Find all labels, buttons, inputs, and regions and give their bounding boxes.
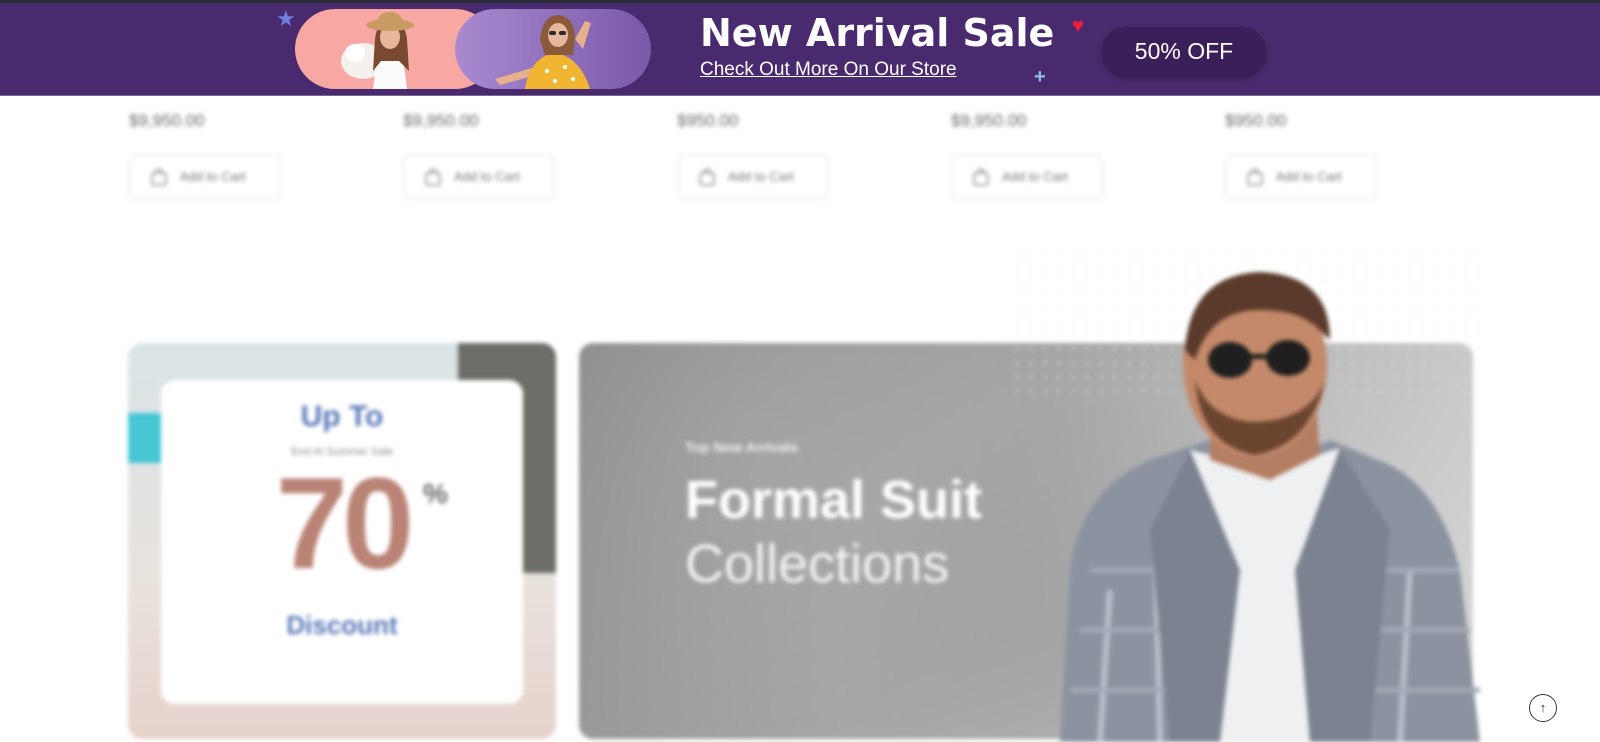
add-to-cart-label: Add to Cart xyxy=(1002,169,1068,184)
promo-headline: New Arrival Sale xyxy=(700,11,1055,55)
product-price: $950.00 xyxy=(677,111,739,130)
product-price: $950.00 xyxy=(1225,111,1287,130)
banner-subtitle: Collections xyxy=(685,534,950,594)
product-price: $9,950.00 xyxy=(129,111,205,130)
discount-panel: Up To End At Summer Sale 70 % Discount xyxy=(161,380,523,704)
shopping-bag-icon xyxy=(973,168,989,186)
arrow-up-icon: ↑ xyxy=(1539,700,1547,715)
add-to-cart-label: Add to Cart xyxy=(1276,169,1342,184)
shopping-bag-icon xyxy=(425,168,441,186)
scroll-to-top-button[interactable]: ↑ xyxy=(1529,694,1557,722)
plus-icon: + xyxy=(1034,66,1046,88)
add-to-cart-label: Add to Cart xyxy=(454,169,520,184)
up-to-heading: Up To xyxy=(300,400,384,433)
discount-offer-button[interactable]: 50% OFF xyxy=(1102,27,1266,75)
add-to-cart-button[interactable]: Add to Cart xyxy=(129,155,281,199)
store-link[interactable]: Check Out More On Our Store xyxy=(700,59,957,81)
percent-sign: % xyxy=(423,478,448,509)
product-price: $9,950.00 xyxy=(403,111,479,130)
shopping-bag-icon xyxy=(151,168,167,186)
add-to-cart-button[interactable]: Add to Cart xyxy=(403,155,555,199)
add-to-cart-label: Add to Cart xyxy=(180,169,246,184)
add-to-cart-label: Add to Cart xyxy=(728,169,794,184)
heart-icon: ♥ xyxy=(1072,15,1084,37)
promo-image-woman-yellow xyxy=(455,9,651,89)
store-page: $9,950.00 Add to Cart $9,950.00 Add to C… xyxy=(0,0,1600,742)
shopping-bag-icon xyxy=(1247,168,1263,186)
add-to-cart-button[interactable]: Add to Cart xyxy=(677,155,829,199)
banner-eyebrow: Top New Arrivals xyxy=(685,439,798,455)
summer-discount-card[interactable]: Up To End At Summer Sale 70 % Discount xyxy=(128,343,556,739)
promo-banner[interactable]: ★ New Arrival Sale Check Out More On Our… xyxy=(0,0,1600,96)
discount-heading: Discount xyxy=(286,610,398,640)
discount-number: 70 xyxy=(275,450,415,596)
shopping-bag-icon xyxy=(699,168,715,186)
product-price: $9,950.00 xyxy=(951,111,1027,130)
banner-title: Formal Suit xyxy=(685,470,983,530)
suit-model-image xyxy=(1060,272,1480,742)
star-icon: ★ xyxy=(276,6,296,31)
add-to-cart-button[interactable]: Add to Cart xyxy=(1225,155,1377,199)
add-to-cart-button[interactable]: Add to Cart xyxy=(951,155,1103,199)
